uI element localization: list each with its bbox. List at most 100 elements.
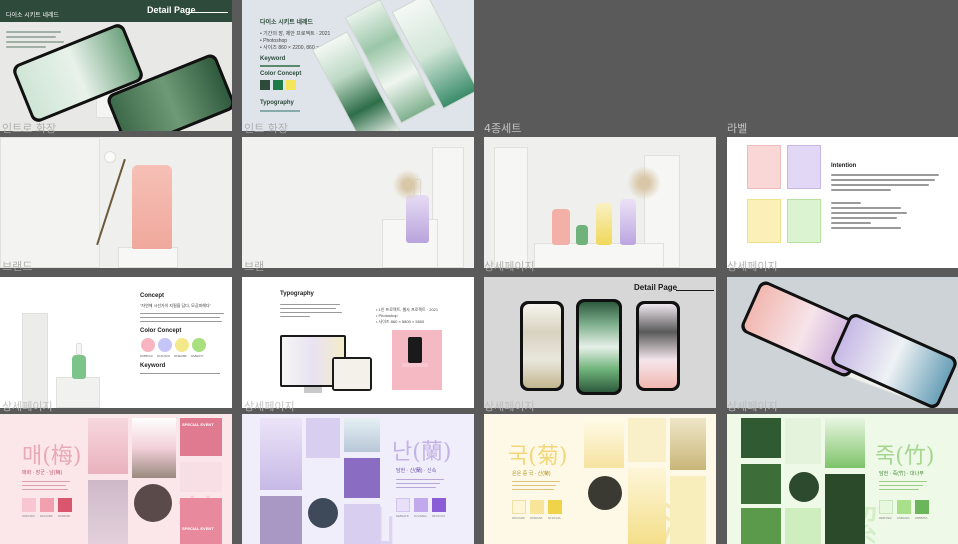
row-label: 상세페이지	[244, 400, 295, 413]
swatch-label: #6BB65A	[915, 516, 928, 520]
intention-notes	[831, 199, 911, 232]
slide-tile-10[interactable]: Typography • 1인 프로젝트, 웹사 프로젝트 · 2021 • P…	[242, 277, 474, 408]
swatch-light-yellow	[530, 500, 544, 514]
brand-title: 다이소 시키트 네레드	[260, 20, 314, 26]
intention-body	[831, 171, 941, 194]
color-concept-heading: Color Concept	[140, 328, 182, 334]
swatch-label: #C5C5F8	[157, 354, 170, 358]
body-text	[879, 478, 929, 493]
big-character: 난(蘭)	[392, 440, 452, 465]
concrete-block	[22, 313, 48, 408]
dried-flowers	[624, 163, 664, 203]
label-card-lavender	[787, 145, 821, 189]
swatch-label: #F3E98B	[174, 354, 187, 358]
row-label: 브랜드	[2, 260, 33, 273]
keyword-heading: Keyword	[140, 363, 166, 369]
slide-tile-16[interactable]: 죽(竹) 담헌 · 죽(竹) · 대나무 #E8F8E0 #A8E08A #6B…	[727, 414, 958, 544]
monitor-stand	[304, 387, 322, 393]
swatch-light-lavender	[396, 498, 410, 512]
green-dropper-bottle	[72, 355, 86, 379]
swatch-bamboo-green	[915, 500, 929, 514]
phone-mockup-3	[636, 301, 680, 391]
phone-on-stage	[408, 337, 422, 363]
typography-heading: Typography	[280, 291, 314, 297]
concrete-block-left	[494, 147, 528, 268]
bullet-list: • 1인 프로젝트, 웹사 프로젝트 · 2021 • Photoshop • …	[376, 307, 438, 325]
detail-page-title: Detail Page	[147, 5, 196, 15]
keyword-line	[260, 65, 300, 67]
swatch-yellow	[286, 80, 296, 90]
detail-page-title: Detail Page	[634, 283, 678, 292]
brand-title: 다이소 시키트 네레드	[6, 13, 60, 19]
label-card-pink	[747, 145, 781, 189]
tilted-screens	[304, 0, 474, 131]
row-label: 브랜	[244, 260, 265, 273]
pink-tube	[132, 165, 172, 249]
slide-tile-8[interactable]: Intention	[727, 137, 958, 268]
row-label: 상세페이지	[727, 400, 778, 413]
row-label: 4종세트	[484, 122, 522, 135]
slide-tile-6[interactable]	[242, 137, 474, 268]
big-character: 국(菊)	[508, 444, 568, 469]
typography-heading: Typography	[260, 100, 294, 106]
concrete-block	[0, 137, 100, 268]
row-label: 라벨	[727, 122, 748, 135]
swatch-label: #F8E59A	[530, 516, 543, 520]
slide-tile-9[interactable]: Concept "자연에 시선가이 지필을 담다, 모공피해다" Color C…	[0, 277, 232, 408]
swatch-label: #A8E07F	[191, 354, 204, 358]
body-text	[396, 476, 446, 491]
swatch-light-green	[897, 500, 911, 514]
swatch-label: #A8E08A	[897, 516, 910, 520]
slide-tile-2[interactable]: 다이소 시키트 네레드 • 기간의 장, 제안 프로젝트 · 2021 • Ph…	[242, 0, 474, 131]
flower	[104, 151, 116, 163]
slide-tile-14[interactable]: 난(蘭) 담헌 · 신(蘭) · 신속 #E8E0F8 #C2A8EC #8A5…	[242, 414, 474, 544]
slide-tile-13[interactable]: 매(梅) 매화 · 장군 · 남(梅) #F8C5D0 #F2A0B0 #D95…	[0, 414, 232, 544]
page-collage	[584, 418, 706, 544]
typo-line	[260, 110, 300, 112]
slide-tile-7[interactable]	[484, 137, 716, 268]
keyword-line	[140, 373, 220, 374]
row-label: 인트 화장	[244, 122, 288, 135]
page-collage: SPECIAL EVENT SPECIAL EVENT	[88, 418, 222, 544]
pedestal	[534, 243, 664, 268]
intention-title: Intention	[831, 163, 857, 169]
swatch-label: #F1D34A	[548, 516, 561, 520]
dried-flowers	[390, 167, 426, 203]
slide-tile-11[interactable]: Detail Page	[484, 277, 716, 408]
phone-mockup-2	[576, 299, 622, 395]
swatch-plum-red	[58, 498, 72, 512]
pedestal	[118, 247, 178, 268]
swatch-lavender	[414, 498, 428, 512]
pedestal	[56, 377, 100, 408]
slide-tile-12[interactable]	[727, 277, 958, 408]
tablet-mockup	[332, 357, 372, 391]
lavender-bottle	[620, 199, 636, 245]
swatch-label: #C2A8EC	[414, 514, 428, 518]
row-label: 상세페이지	[484, 400, 535, 413]
swatch-dark-green	[260, 80, 270, 90]
slide-tile-5[interactable]	[0, 137, 232, 268]
subtitle: 담헌 · 죽(竹) · 대나무	[879, 471, 924, 477]
detail-page-underline	[676, 290, 714, 291]
swatch-yellow	[175, 338, 189, 352]
row-label: 상세페이지	[727, 260, 778, 273]
green-bottle	[576, 225, 588, 245]
swatch-cream	[512, 500, 526, 514]
swatch-pink	[141, 338, 155, 352]
slide-tile-15[interactable]: 국(菊) 은은 중 국 · 신(菊) #FFF6D8 #F8E59A #F1D3…	[484, 414, 716, 544]
label-card-yellow	[747, 199, 781, 243]
swatch-pink	[40, 498, 54, 512]
typography-samples	[280, 301, 350, 320]
row-label: 상세페이지	[484, 260, 535, 273]
subtitle: 매화 · 장군 · 남(梅)	[22, 470, 63, 476]
swatch-label: #FFF6D8	[512, 516, 525, 520]
flower-stem	[96, 158, 126, 246]
body-text	[22, 478, 72, 493]
swatch-label: #F8B5C0	[140, 354, 153, 358]
dropper-cap	[76, 343, 82, 355]
page-collage	[741, 418, 865, 544]
swatch-label: #F8C5D0	[22, 514, 35, 518]
slide-tile-1[interactable]: 다이소 시키트 네레드 Detail Page	[0, 0, 232, 131]
phone-mockup-1	[520, 301, 564, 391]
special-event-label: SPECIAL EVENT	[182, 526, 214, 531]
